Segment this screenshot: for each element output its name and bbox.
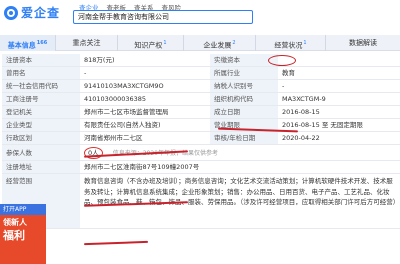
open-app-label: 打开APP	[0, 204, 46, 215]
field-value: MA3XCTGM-9	[282, 95, 326, 103]
aiqicha-logo-icon	[4, 5, 18, 20]
field-value: 郑州市二七区淮南街87号109幢2007号	[84, 163, 200, 171]
section-nav: 基本信息166 重点关注 知识产权1 企业发展2 经营状况1 数据解读	[0, 35, 400, 51]
field-label: 登记机关	[2, 106, 80, 118]
field-label: 所属行业	[210, 67, 278, 79]
annotation-circle	[268, 55, 296, 66]
field-label: 审核/年检日期	[210, 132, 278, 144]
table-row: 企业类型 有限责任公司(自然人独资) 营业期限 2016-08-15 至 无固定…	[2, 119, 400, 132]
field-value: 91410103MA3XCTGM9O	[84, 82, 164, 90]
field-label: 组织机构代码	[210, 93, 278, 105]
field-value: 2020-04-22	[282, 134, 320, 142]
field-label: 企业类型	[2, 119, 80, 131]
employee-count: 0人	[84, 147, 103, 159]
field-value: 郑州市二七区市场监督管理局	[84, 108, 169, 116]
annotation-underline	[83, 240, 149, 245]
table-row: 登记机关 郑州市二七区市场监督管理局 成立日期 2016-08-15	[2, 106, 400, 119]
table-row: 参保人数 0人 信息来源：2020年年报，结果仅供参考	[2, 145, 400, 161]
field-label: 曾用名	[2, 67, 80, 79]
tab-label: 重点关注	[72, 39, 101, 47]
field-value: -	[282, 82, 285, 90]
business-scope: 教育信息咨询（不含办班及培训）；商务信息咨询；文化艺术交流活动策划；计算机软硬件…	[84, 177, 400, 206]
field-value: 2016-08-15	[282, 108, 320, 116]
app-promo-banner[interactable]: 打开APP 领新人 福利	[0, 204, 46, 264]
field-value: 河南省郑州市二七区	[84, 134, 143, 142]
tab-operations[interactable]: 经营状况1	[256, 35, 326, 51]
tab-label: 知识产权	[134, 41, 163, 50]
tab-key-focus[interactable]: 重点关注	[56, 35, 118, 51]
field-value: 有限责任公司(自然人独资)	[84, 121, 161, 129]
promo-text: 领新人	[3, 218, 27, 227]
tab-ip[interactable]: 知识产权1	[118, 35, 184, 51]
tab-label: 企业发展	[203, 41, 232, 50]
tab-data-analysis[interactable]: 数据解读	[326, 35, 400, 51]
tab-development[interactable]: 企业发展2	[184, 35, 256, 51]
field-label: 工商注册号	[2, 93, 80, 105]
table-row: 注册地址 郑州市二七区淮南街87号109幢2007号	[2, 161, 400, 174]
field-label: 行政区划	[2, 132, 80, 144]
table-row: 经营范围 教育信息咨询（不含办班及培训）；商务信息咨询；文化艺术交流活动策划；计…	[2, 174, 400, 229]
tab-count: 1	[303, 40, 307, 46]
basic-info-table: 注册资本 818万(元) 实缴资本 曾用名 - 所属行业 教育 统一社会信用代码…	[2, 54, 400, 229]
header: 爱企查 查企业 查老板 查关系 查风险 河南金帮手教育咨询有限公司	[0, 0, 400, 28]
tab-label: 数据解读	[349, 39, 377, 47]
promo-highlight: 福利	[3, 229, 25, 242]
field-label: 纳税人识别号	[210, 80, 278, 92]
field-label: 成立日期	[210, 106, 278, 118]
field-label: 注册资本	[2, 54, 80, 66]
table-row: 注册资本 818万(元) 实缴资本	[2, 54, 400, 67]
table-row: 行政区划 河南省郑州市二七区 审核/年检日期 2020-04-22	[2, 132, 400, 145]
brand-name: 爱企查	[21, 6, 61, 20]
field-label: 参保人数	[2, 145, 80, 160]
search-input[interactable]: 河南金帮手教育咨询有限公司	[73, 10, 253, 24]
field-label: 统一社会信用代码	[2, 80, 80, 92]
tab-label: 基本信息	[7, 41, 36, 50]
table-row: 工商注册号 410103000036385 组织机构代码 MA3XCTGM-9	[2, 93, 400, 106]
logo[interactable]: 爱企查	[4, 4, 60, 21]
field-value: 410103000036385	[84, 95, 147, 103]
tab-count: 2	[232, 40, 236, 46]
field-value	[278, 54, 400, 66]
field-value: 818万(元)	[84, 56, 115, 64]
field-value: -	[84, 69, 87, 77]
tab-basic-info[interactable]: 基本信息166	[0, 35, 56, 51]
tab-count: 166	[36, 40, 48, 46]
tab-count: 1	[163, 40, 167, 46]
field-value: 教育	[282, 69, 295, 77]
tab-label: 经营状况	[274, 41, 303, 50]
field-label: 注册地址	[2, 161, 80, 173]
field-value: 2016-08-15 至 无固定期限	[282, 121, 363, 129]
table-row: 曾用名 - 所属行业 教育	[2, 67, 400, 80]
table-row: 统一社会信用代码 91410103MA3XCTGM9O 纳税人识别号 -	[2, 80, 400, 93]
